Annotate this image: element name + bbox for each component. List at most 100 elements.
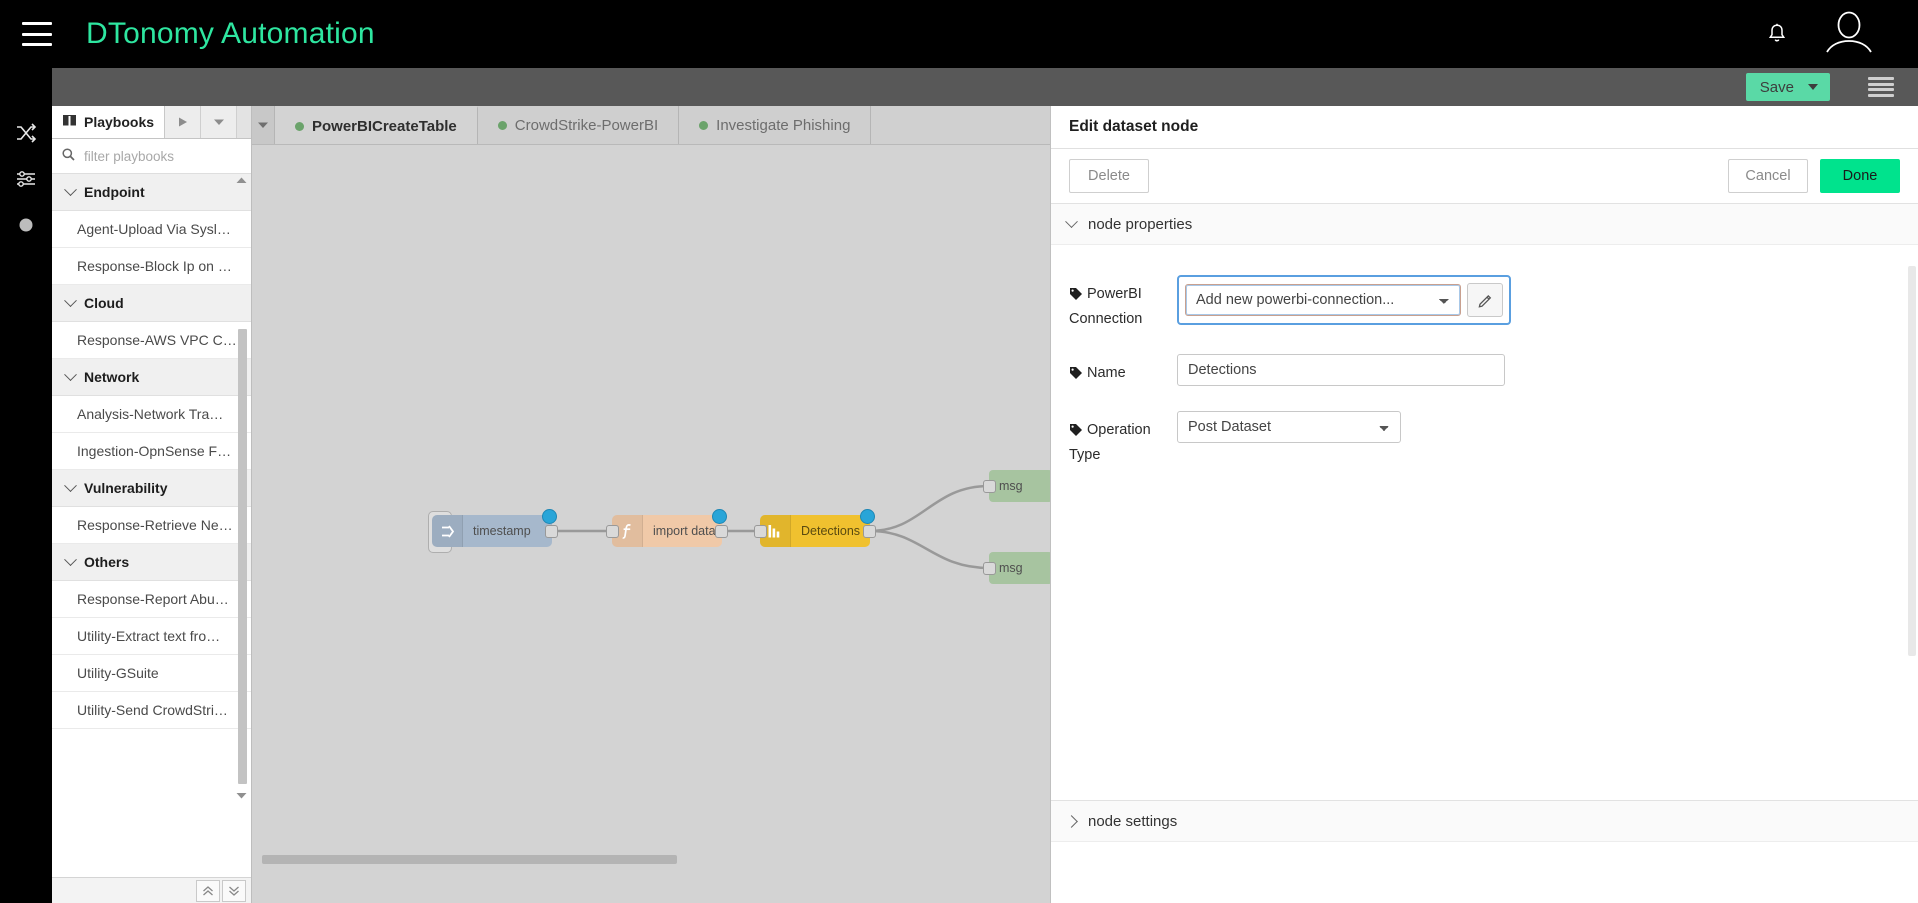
save-button-label: Save: [1759, 78, 1794, 96]
chevron-down-icon: [1065, 214, 1078, 228]
user-avatar-icon[interactable]: [1824, 11, 1874, 57]
sidebar-scrollbar[interactable]: [236, 174, 249, 884]
hamburger-icon[interactable]: [1868, 77, 1894, 97]
panel-title: Edit dataset node: [1051, 106, 1918, 149]
operation-type-select[interactable]: Post Dataset: [1177, 411, 1401, 443]
field-row-operation-type: Operation Type Post Dataset: [1051, 403, 1918, 466]
name-label-text: Name: [1087, 365, 1126, 381]
search-input[interactable]: [82, 147, 241, 165]
node-status-badge: [860, 509, 875, 524]
flow-workspace[interactable]: timestamp import data Detections msg msg: [252, 145, 1050, 875]
node-status-badge: [542, 509, 557, 524]
playbook-group-cloud[interactable]: Cloud: [52, 285, 251, 322]
tag-icon: [1069, 365, 1083, 387]
node-status-badge: [712, 509, 727, 524]
connection-combo: Add new powerbi-connection...: [1185, 283, 1503, 317]
tab-powerbicreatetable[interactable]: PowerBICreateTable: [275, 106, 478, 144]
panel-scrollbar[interactable]: [1908, 266, 1916, 656]
list-item[interactable]: Analysis-Network Tra…: [52, 396, 251, 433]
chevron-down-icon: [64, 293, 77, 307]
operation-type-line1: Operation: [1087, 422, 1151, 438]
flow-node-import-data[interactable]: import data: [606, 509, 728, 547]
canvas-horizontal-scrollbar[interactable]: [252, 855, 1050, 867]
done-button[interactable]: Done: [1820, 159, 1900, 193]
sidebar-tabbar: Playbooks: [52, 106, 251, 139]
node-input-port[interactable]: [983, 480, 996, 493]
node-settings-section-header[interactable]: node settings: [1051, 800, 1918, 842]
editor-toolbar: Save: [52, 68, 1918, 106]
save-button[interactable]: Save: [1745, 73, 1830, 101]
cancel-button[interactable]: Cancel: [1728, 159, 1808, 193]
list-item[interactable]: Response-Retrieve Ne…: [52, 507, 251, 544]
list-item[interactable]: Utility-Extract text fro…: [52, 618, 251, 655]
tab-playbooks-label: Playbooks: [84, 114, 155, 130]
node-input-port[interactable]: [983, 562, 996, 575]
list-item[interactable]: Utility-GSuite: [52, 655, 251, 692]
node-input-port[interactable]: [754, 525, 767, 538]
list-item[interactable]: Utility-Send CrowdStri…: [52, 692, 251, 729]
hamburger-icon[interactable]: [22, 22, 52, 46]
flow-node-detections[interactable]: Detections: [754, 509, 876, 547]
field-row-connection: PowerBI Connection Add new powerbi-conne…: [1051, 275, 1918, 330]
connection-select[interactable]: Add new powerbi-connection...: [1185, 284, 1461, 316]
shuffle-icon[interactable]: [0, 110, 52, 156]
tab-label: CrowdStrike-PowerBI: [514, 116, 659, 134]
list-item[interactable]: Ingestion-OpnSense F…: [52, 433, 251, 470]
playbook-group-endpoint[interactable]: Endpoint: [52, 174, 251, 211]
expand-all-button[interactable]: [222, 879, 246, 902]
name-input[interactable]: [1177, 354, 1505, 386]
flow-node-debug-1[interactable]: msg: [983, 470, 1050, 502]
node-properties-section-header[interactable]: node properties: [1051, 204, 1918, 245]
playbook-filter[interactable]: [52, 139, 251, 174]
chevron-double-up-icon: [203, 885, 213, 895]
collapse-all-button[interactable]: [196, 879, 220, 902]
delete-button[interactable]: Delete: [1069, 159, 1149, 193]
caret-down-icon: [258, 122, 268, 128]
circle-icon[interactable]: [0, 202, 52, 248]
status-dot: [699, 120, 709, 130]
caret-down-icon[interactable]: [1808, 84, 1818, 90]
edit-node-panel: Edit dataset node Delete Cancel Done nod…: [1050, 106, 1918, 903]
chevron-double-down-icon: [229, 886, 239, 896]
edit-connection-button[interactable]: [1467, 283, 1503, 317]
playbook-list[interactable]: Endpoint Agent-Upload Via Sysl… Response…: [52, 174, 251, 884]
panel-actions: Delete Cancel Done: [1051, 149, 1918, 204]
scroll-down-icon[interactable]: [235, 789, 248, 802]
run-playbook-button[interactable]: [165, 106, 202, 138]
scrollbar-thumb[interactable]: [238, 329, 247, 784]
book-icon: [62, 114, 77, 130]
list-item[interactable]: Response-AWS VPC C…: [52, 322, 251, 359]
tab-playbooks[interactable]: Playbooks: [52, 106, 166, 138]
sliders-icon[interactable]: [0, 156, 52, 202]
panel-primary-actions: Cancel Done: [1728, 159, 1900, 193]
playbook-group-vulnerability[interactable]: Vulnerability: [52, 470, 251, 507]
tab-scroll-button[interactable]: [252, 106, 275, 144]
node-input-port[interactable]: [606, 525, 619, 538]
connection-label-line2: Connection: [1069, 311, 1143, 327]
connection-label-line1: PowerBI: [1087, 286, 1142, 302]
playbook-group-others[interactable]: Others: [52, 544, 251, 581]
status-dot: [497, 120, 507, 130]
node-output-port[interactable]: [715, 525, 728, 538]
tag-icon: [1069, 422, 1083, 444]
flow-canvas-area: PowerBICreateTable CrowdStrike-PowerBI I…: [252, 106, 1050, 903]
flow-node-debug-2[interactable]: msg: [983, 552, 1050, 584]
chevron-down-icon: [64, 182, 77, 196]
list-item[interactable]: Response-Report Abu…: [52, 581, 251, 618]
playbook-options-button[interactable]: [201, 106, 238, 138]
node-output-port[interactable]: [545, 525, 558, 538]
flow-node-timestamp[interactable]: timestamp: [432, 509, 558, 547]
node-label: timestamp: [473, 524, 531, 538]
play-icon: [178, 117, 187, 127]
node-output-port[interactable]: [863, 525, 876, 538]
list-item[interactable]: Agent-Upload Via Sysl…: [52, 211, 251, 248]
left-rail: [0, 68, 52, 903]
playbook-group-network[interactable]: Network: [52, 359, 251, 396]
group-label: Cloud: [84, 295, 124, 311]
list-item[interactable]: Response-Block Ip on …: [52, 248, 251, 285]
tab-investigate-phishing[interactable]: Investigate Phishing: [679, 106, 872, 144]
tab-crowdstrike-powerbi[interactable]: CrowdStrike-PowerBI: [477, 106, 680, 144]
scroll-up-icon[interactable]: [235, 174, 248, 187]
bell-icon[interactable]: [1766, 22, 1788, 46]
scrollbar-thumb[interactable]: [262, 855, 677, 864]
